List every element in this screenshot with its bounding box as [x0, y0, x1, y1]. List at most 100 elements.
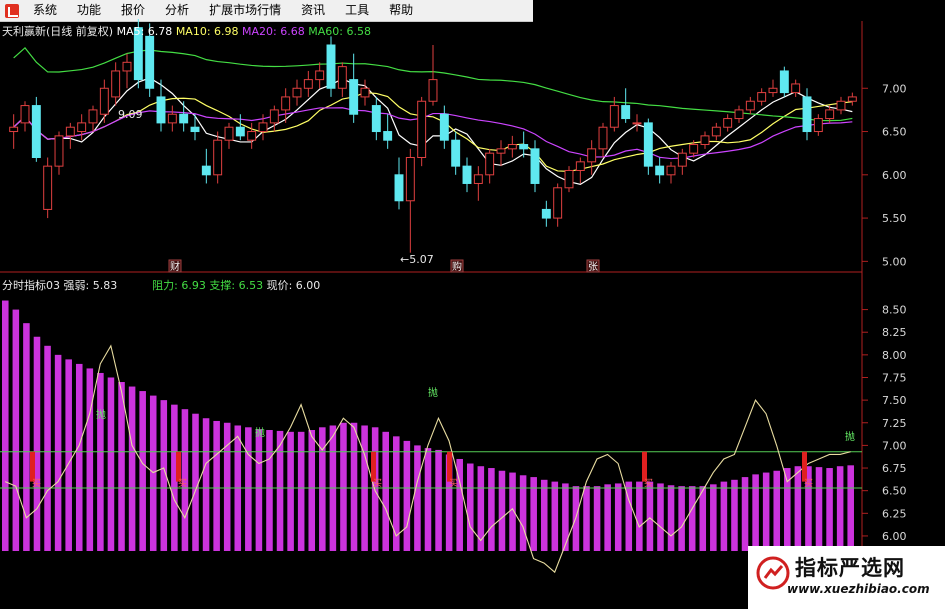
candle-body	[88, 109, 98, 124]
lower-tick-label: 8.00	[882, 349, 907, 362]
candle-body	[632, 122, 642, 125]
indicator-bar	[424, 448, 432, 551]
candle-body	[609, 105, 619, 128]
indicator-bar	[65, 359, 72, 551]
chart-canvas[interactable]: 7.00 6.50 6.00 5.50 5.00 9.09 ←5.07 财 购 张 8.50 8.25…	[0, 0, 945, 609]
candle-body	[190, 126, 200, 133]
indicator-bar	[403, 440, 411, 551]
candle-body	[213, 139, 223, 176]
candle-body	[179, 113, 189, 124]
candle-body	[145, 35, 155, 89]
candle-body	[122, 61, 132, 72]
candle-body	[20, 105, 30, 124]
stock-title: 天利赢新(日线 前复权)	[2, 25, 114, 38]
indicator-bar	[97, 372, 104, 551]
indicator-bar	[593, 486, 601, 551]
indicator-bar	[667, 485, 675, 551]
candle-body	[43, 165, 53, 210]
indicator-bar	[340, 422, 347, 551]
candle-body	[405, 157, 415, 202]
indicator-bar	[319, 427, 326, 551]
buy-signal-bar	[30, 451, 35, 482]
indicator-bar	[562, 483, 569, 551]
lower-tick-label: 7.25	[882, 417, 907, 430]
indicator-bar	[202, 418, 210, 551]
candle-body	[700, 135, 710, 146]
indicator-bar	[54, 354, 62, 551]
candle-body	[768, 87, 778, 94]
candle-body	[723, 118, 733, 128]
buy-signal-bar	[447, 451, 452, 482]
candle-body	[813, 118, 823, 133]
candle-body	[371, 105, 381, 133]
indicator-bar	[382, 431, 389, 551]
indicator-bar	[128, 386, 136, 551]
indicator-bar	[245, 427, 252, 551]
candle-body	[836, 100, 846, 111]
candle-body	[530, 148, 540, 184]
indicator-bar	[255, 429, 263, 551]
indicator-bar	[551, 481, 559, 551]
candle-body	[451, 139, 461, 167]
candle-body	[360, 87, 370, 98]
indicator-bar	[773, 470, 781, 551]
marker-label: 张	[588, 261, 598, 273]
indicator-bar	[836, 466, 844, 551]
candle-body	[337, 66, 347, 89]
indicator-bar	[44, 345, 51, 551]
buy-signal-bar	[176, 451, 181, 482]
indicator-bar	[466, 463, 474, 551]
indicator-bar	[86, 368, 94, 551]
indicator-bar	[223, 422, 231, 551]
indicator-bar	[699, 486, 707, 551]
candle-body	[31, 105, 41, 158]
indicator-bar	[12, 309, 20, 551]
candle-body	[847, 96, 857, 102]
support-label: 支撑: 6.53	[209, 279, 264, 292]
candle-body	[553, 187, 563, 219]
indicator-bar	[139, 391, 146, 551]
candle-body	[655, 165, 665, 176]
indicator-bar	[266, 430, 273, 551]
candle-body	[473, 174, 483, 184]
candle-body	[711, 126, 721, 137]
candle-body	[496, 148, 506, 154]
sell-signal-label: 抛	[255, 426, 265, 439]
buy-signal-bar	[802, 451, 807, 482]
indicator-bar	[350, 422, 358, 551]
buy-signal-label: 买	[644, 478, 653, 489]
lower-tick-label: 6.25	[882, 507, 907, 520]
candle-body	[621, 105, 631, 120]
indicator-bar	[794, 466, 802, 551]
candle-body	[485, 152, 495, 176]
ma5-label: MA5: 6.78	[116, 25, 173, 38]
indicator-bar	[815, 467, 823, 551]
candle-body	[349, 79, 359, 115]
buy-signal-label: 买	[804, 478, 813, 489]
upper-header: 天利赢新(日线 前复权) MA5: 6.78 MA10: 6.98 MA20: …	[2, 23, 371, 39]
indicator-bar	[583, 486, 590, 551]
indicator-bar	[2, 300, 9, 551]
high-annotation: 9.09	[118, 108, 143, 121]
indicator-bar	[213, 420, 220, 551]
indicator-bar	[435, 449, 442, 551]
candle-body	[315, 70, 325, 81]
candle-body	[779, 70, 789, 94]
upper-tick-label: 5.00	[882, 255, 907, 268]
candle-body	[77, 122, 87, 133]
candle-body	[428, 79, 438, 102]
indicator-bar	[636, 481, 643, 551]
candle-body	[156, 96, 166, 124]
lower-tick-label: 7.50	[882, 394, 907, 407]
candle-body	[247, 131, 257, 141]
candle-body	[757, 92, 767, 102]
candle-body	[439, 113, 449, 141]
indicator-bar	[646, 481, 654, 551]
lower-tick-label: 7.75	[882, 371, 907, 384]
lower-tick-label: 6.50	[882, 485, 907, 498]
indicator-bar	[614, 483, 622, 551]
upper-tick-label: 5.50	[882, 212, 907, 225]
ma10-label: MA10: 6.98	[175, 25, 239, 38]
indicator-bar	[509, 472, 516, 551]
candle-body	[541, 208, 551, 219]
